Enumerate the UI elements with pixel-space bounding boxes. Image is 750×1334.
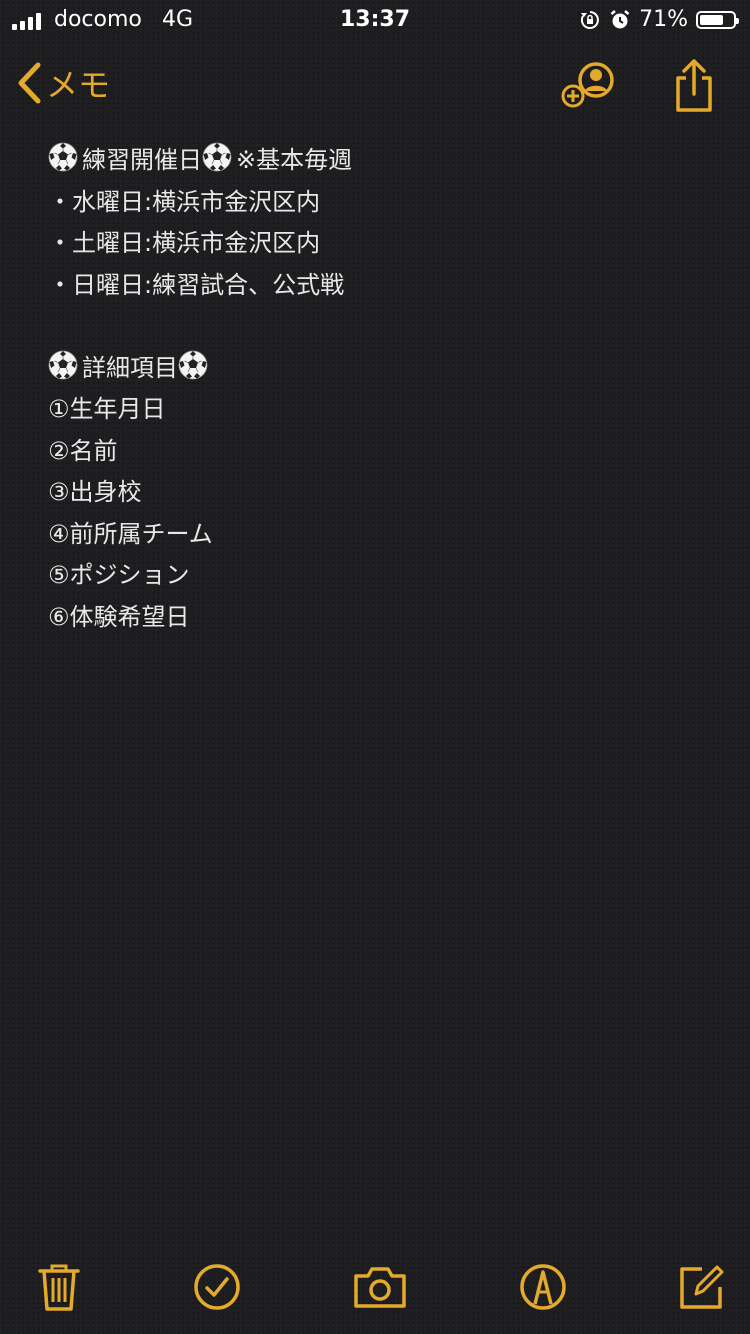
heading-note: ※基本毎週 <box>236 146 353 174</box>
soccer-ball-icon <box>178 350 208 379</box>
battery-tip <box>736 17 739 24</box>
note-line: ⑥体験希望日 <box>48 602 190 631</box>
add-person-icon[interactable] <box>558 58 618 114</box>
status-right: 71% <box>579 7 739 32</box>
battery-fill <box>700 14 723 25</box>
note-body[interactable]: 練習開催日 ※基本毎週・水曜日:横浜市金沢区内 ・土曜日:横浜市金沢区内 ・日曜日:練… <box>48 140 708 638</box>
battery-percent: 71% <box>639 7 688 32</box>
back-label: メモ <box>46 66 111 104</box>
note-line: ・土曜日:横浜市金沢区内 <box>48 229 321 257</box>
orientation-lock-icon <box>581 10 599 29</box>
heading-text: 練習開催日 <box>82 146 202 174</box>
status-bar: docomo 4G 13:37 71% <box>0 0 750 40</box>
battery-icon <box>696 10 739 29</box>
note-line <box>48 306 708 348</box>
note-line: ①生年月日 <box>48 395 166 423</box>
note-line: 詳細項目 <box>48 348 708 390</box>
chevron-left-icon <box>18 62 41 104</box>
alarm-icon <box>610 9 630 28</box>
camera-icon[interactable] <box>352 1262 408 1312</box>
note-line: ・水曜日:横浜市金沢区内 <box>48 187 321 216</box>
bottom-toolbar <box>0 1262 750 1322</box>
heading-text: 詳細項目 <box>82 353 178 382</box>
trash-icon[interactable] <box>34 1262 84 1312</box>
note-line: 練習開催日 ※基本毎週 <box>48 140 708 182</box>
note-line: ②名前 <box>48 436 118 465</box>
note-line: ・日曜日:練習試合、公式戦 <box>48 270 345 299</box>
compose-icon[interactable] <box>676 1262 726 1312</box>
share-icon[interactable] <box>672 58 716 114</box>
note-line: ④前所属チーム <box>48 519 213 548</box>
note-line: ③出身校 <box>48 478 142 506</box>
back-button[interactable]: メモ <box>16 60 110 106</box>
soccer-ball-icon <box>48 142 78 172</box>
soccer-ball-icon <box>202 142 232 172</box>
checkmark-circle-icon[interactable] <box>192 1262 242 1312</box>
soccer-ball-icon <box>48 350 78 379</box>
note-line: ⑤ポジション <box>48 561 190 589</box>
nav-bar: メモ <box>0 52 750 116</box>
markup-pen-icon[interactable] <box>518 1262 568 1312</box>
